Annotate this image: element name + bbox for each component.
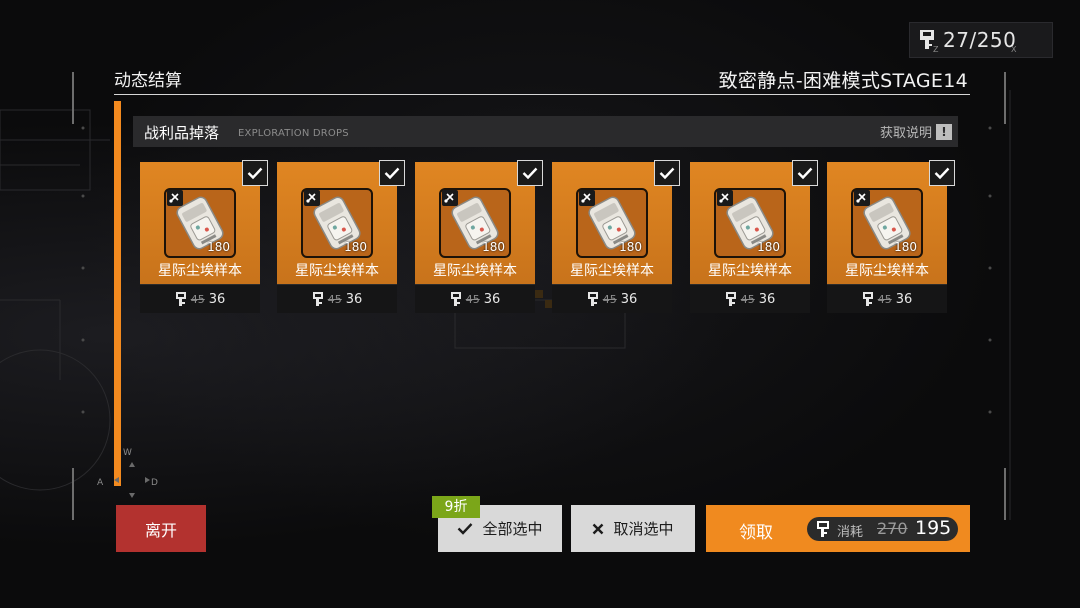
loot-item[interactable]: 180 星际尘埃样本 45 36 [277,160,405,313]
claim-label: 领取 [739,523,773,543]
loot-item[interactable]: 180 星际尘埃样本 45 36 [140,160,268,313]
loot-item-count: 180 [757,240,780,254]
loot-item-name: 星际尘埃样本 [845,263,929,279]
claim-button[interactable]: 领取 消耗 270 195 [706,505,970,552]
item-select-checkbox[interactable] [792,160,818,186]
claim-cost-label: 消耗 [837,525,864,540]
check-icon [659,167,675,180]
select-all-label: 全部选中 [482,520,543,538]
loot-item-new-cost: 36 [758,291,776,307]
compass-arrows [114,462,150,498]
frame-bracket-top-right [1004,72,1006,124]
loot-item-old-cost: 45 [602,292,617,306]
loot-item-count: 180 [344,240,367,254]
loot-item-count: 180 [894,240,917,254]
check-icon [522,167,538,180]
loot-item[interactable]: 180 星际尘埃样本 45 36 [552,160,680,313]
compass-d: D [151,478,158,488]
check-icon [797,167,813,180]
close-icon [593,523,604,534]
info-icon: ! [936,123,952,140]
help-label: 获取说明 [879,126,932,141]
check-icon [384,167,400,180]
energy-sub-label-left: Z [933,45,939,54]
claim-cost: 消耗 270 195 [807,517,958,541]
loot-item-count: 180 [482,240,505,254]
loot-item[interactable]: 180 星际尘埃样本 45 36 [415,160,543,313]
compass-w: W [123,448,132,458]
energy-key-icon [175,292,186,306]
deselect-label: 取消选中 [613,520,674,538]
item-category-icon [167,190,183,206]
compass-a: A [97,478,104,488]
energy-sub-label-right: X [1011,45,1017,54]
loot-item-old-cost: 45 [465,292,480,306]
energy-key-icon [862,292,873,306]
help-button[interactable]: 获取说明 ! [880,122,952,141]
side-accent-bar [114,101,121,486]
check-icon [247,167,263,180]
stage-title: 致密静点-困难模式STAGE14 [718,70,968,92]
loot-item-old-cost: 45 [740,292,755,306]
frame-bracket-bottom-left [72,468,74,520]
energy-key-icon [312,292,323,306]
loot-item[interactable]: 180 星际尘埃样本 45 36 [827,160,955,313]
item-category-icon [442,190,458,206]
item-select-checkbox[interactable] [379,160,405,186]
energy-key-icon [817,521,829,537]
leave-button[interactable]: 离开 [116,505,206,552]
frame-bracket-bottom-right [1004,468,1006,520]
item-select-checkbox[interactable] [242,160,268,186]
energy-key-icon [587,292,598,306]
loot-item-new-cost: 36 [345,291,363,307]
discount-badge: 9折 [432,496,480,518]
drops-panel-header: 战利品掉落 EXPLORATION DROPS 获取说明 ! [133,116,958,147]
loot-item-cost: 45 36 [552,284,672,313]
header-divider [114,94,970,95]
drops-panel-title: 战利品掉落 [144,124,220,142]
item-category-icon [304,190,320,206]
item-category-icon [579,190,595,206]
loot-item-new-cost: 36 [208,291,226,307]
loot-item-cost: 45 36 [827,284,947,313]
item-category-icon [854,190,870,206]
loot-item-name: 星际尘埃样本 [158,263,242,279]
loot-item-new-cost: 36 [483,291,501,307]
loot-item-cost: 45 36 [140,284,260,313]
check-icon [934,167,950,180]
loot-item-new-cost: 36 [620,291,638,307]
item-select-checkbox[interactable] [517,160,543,186]
loot-item-cost: 45 36 [690,284,810,313]
item-select-checkbox[interactable] [654,160,680,186]
deselect-button[interactable]: 取消选中 [571,505,695,552]
loot-item-cost: 45 36 [415,284,535,313]
check-icon [458,523,473,535]
loot-item-count: 180 [207,240,230,254]
drops-panel-subtitle: EXPLORATION DROPS [238,128,349,139]
loot-item-name: 星际尘埃样本 [433,263,517,279]
claim-cost-old: 270 [877,519,908,538]
energy-counter[interactable]: Z 27/250 X [909,22,1053,58]
loot-item-old-cost: 45 [327,292,342,306]
loot-item-old-cost: 45 [877,292,892,306]
item-category-icon [717,190,733,206]
claim-cost-new: 195 [915,517,952,539]
item-select-checkbox[interactable] [929,160,955,186]
loot-item-name: 星际尘埃样本 [570,263,654,279]
loot-item[interactable]: 180 星际尘埃样本 45 36 [690,160,818,313]
loot-item-new-cost: 36 [895,291,913,307]
loot-item-name: 星际尘埃样本 [708,263,792,279]
frame-bracket-top-left [72,72,74,124]
loot-item-name: 星际尘埃样本 [295,263,379,279]
loot-item-count: 180 [619,240,642,254]
energy-key-icon [725,292,736,306]
page-title: 动态结算 [114,71,182,91]
energy-value: 27/250 [943,28,1017,52]
loot-item-old-cost: 45 [190,292,205,306]
energy-key-icon [450,292,461,306]
loot-item-cost: 45 36 [277,284,397,313]
